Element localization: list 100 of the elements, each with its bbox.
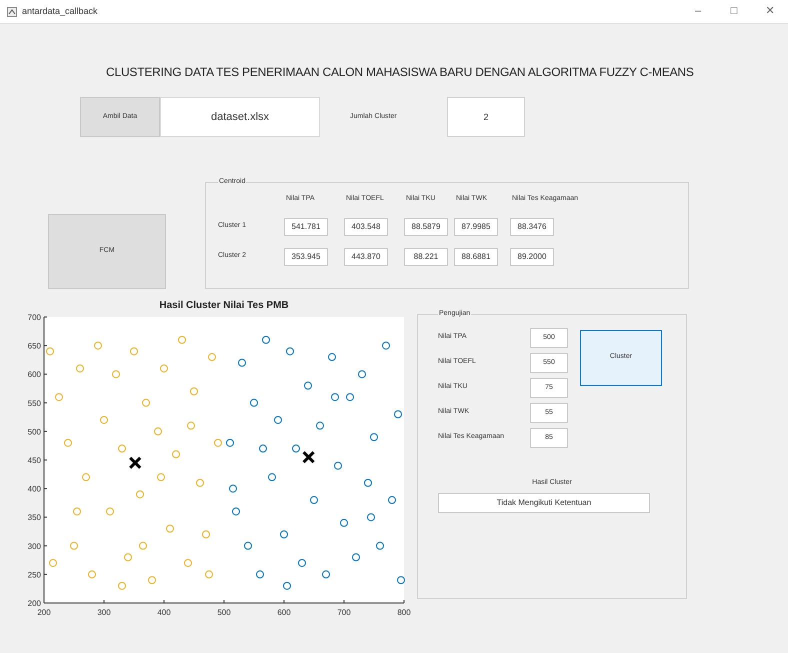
data-point bbox=[346, 393, 354, 402]
y-tick-label: 400 bbox=[28, 484, 41, 494]
data-point bbox=[238, 358, 246, 367]
data-point bbox=[340, 518, 348, 527]
data-point bbox=[154, 427, 162, 436]
data-point bbox=[208, 353, 216, 362]
data-point bbox=[334, 462, 342, 470]
data-point bbox=[328, 353, 336, 362]
data-point bbox=[184, 558, 192, 567]
data-point bbox=[283, 582, 291, 590]
data-point bbox=[142, 398, 150, 407]
data-point bbox=[388, 496, 396, 504]
data-point bbox=[106, 507, 114, 516]
chart-title: Hasil Cluster Nilai Tes PMB bbox=[159, 300, 289, 311]
data-point bbox=[202, 530, 210, 538]
centroid-value-field: 88.5879 bbox=[404, 218, 448, 236]
data-point bbox=[274, 416, 282, 424]
centroid-value-field: 88.221 bbox=[404, 248, 448, 266]
centroid-value-field: 88.6881 bbox=[454, 248, 498, 266]
centroid-value-field: 87.9985 bbox=[454, 218, 498, 236]
data-point bbox=[100, 416, 108, 424]
data-point bbox=[358, 370, 366, 378]
data-point bbox=[124, 553, 132, 562]
data-point bbox=[88, 570, 96, 578]
data-point bbox=[118, 444, 126, 453]
page-heading: CLUSTERING DATA TES PENERIMAAN CALON MAHASISWA BARU DENGAN ALGORITMA FUZZY C-MEANS bbox=[106, 64, 694, 81]
x-tick-label: 400 bbox=[157, 608, 171, 617]
data-point bbox=[292, 444, 300, 453]
data-point bbox=[286, 347, 294, 356]
data-point bbox=[49, 558, 57, 567]
data-point bbox=[214, 438, 222, 447]
data-point bbox=[166, 524, 174, 533]
centroid-value-field: 443.870 bbox=[344, 248, 388, 266]
data-point bbox=[244, 542, 252, 550]
data-point bbox=[190, 387, 198, 396]
data-point bbox=[280, 530, 288, 538]
data-point bbox=[226, 438, 234, 447]
data-point bbox=[73, 507, 81, 516]
centroid-marker bbox=[129, 456, 142, 469]
data-point bbox=[112, 370, 120, 378]
centroid-value-field: 353.945 bbox=[284, 248, 328, 266]
centroid-marker bbox=[302, 451, 315, 464]
window-title: antardata_callback bbox=[22, 4, 98, 18]
y-tick-label: 500 bbox=[28, 427, 41, 436]
data-point bbox=[316, 422, 324, 430]
y-tick-label: 700 bbox=[28, 313, 41, 322]
data-point bbox=[157, 473, 165, 482]
data-point bbox=[298, 558, 306, 567]
window-control-button[interactable]: ✕ bbox=[752, 0, 788, 24]
data-point bbox=[130, 347, 138, 356]
y-tick-label: 600 bbox=[28, 370, 41, 380]
y-tick-label: 450 bbox=[28, 456, 41, 465]
data-point bbox=[196, 478, 204, 487]
centroid-value-field: 89.2000 bbox=[510, 248, 554, 266]
data-point bbox=[55, 393, 63, 402]
x-tick-label: 200 bbox=[37, 608, 51, 617]
window-control-button[interactable]: □ bbox=[716, 0, 752, 24]
cluster-count-field[interactable]: 2 bbox=[447, 97, 525, 137]
data-point bbox=[397, 576, 405, 584]
centroid-value-field: 403.548 bbox=[344, 218, 388, 236]
data-point bbox=[136, 490, 144, 498]
data-point bbox=[250, 398, 258, 407]
app-icon bbox=[7, 6, 17, 16]
data-point bbox=[364, 478, 372, 487]
data-point bbox=[256, 570, 264, 578]
data-point bbox=[187, 422, 195, 430]
data-point bbox=[259, 444, 267, 453]
data-point bbox=[94, 342, 102, 350]
data-point bbox=[262, 336, 270, 344]
data-point bbox=[367, 513, 375, 522]
x-tick-label: 300 bbox=[97, 608, 111, 617]
y-tick-label: 650 bbox=[28, 342, 41, 351]
data-point bbox=[64, 438, 72, 447]
data-point bbox=[376, 542, 384, 550]
data-point bbox=[232, 507, 240, 516]
window-control-button[interactable]: – bbox=[680, 0, 716, 24]
data-point bbox=[178, 336, 186, 344]
data-point bbox=[304, 382, 312, 390]
data-point bbox=[172, 450, 180, 458]
data-point bbox=[229, 484, 237, 493]
data-point bbox=[160, 364, 168, 372]
centroid-value-field: 541.781 bbox=[284, 218, 328, 236]
y-tick-label: 250 bbox=[28, 570, 41, 580]
data-point bbox=[382, 342, 390, 350]
data-point bbox=[322, 570, 330, 578]
data-point bbox=[394, 410, 402, 418]
result-field: Tidak Mengikuti Ketentuan bbox=[438, 493, 650, 513]
file-field[interactable]: dataset.xlsx bbox=[160, 97, 320, 137]
data-point bbox=[310, 496, 318, 504]
data-point bbox=[76, 364, 84, 372]
y-tick-label: 200 bbox=[28, 599, 41, 608]
x-tick-label: 700 bbox=[337, 608, 351, 617]
data-point bbox=[118, 582, 126, 590]
x-tick-label: 800 bbox=[397, 608, 411, 617]
data-point bbox=[46, 347, 54, 356]
data-point bbox=[139, 542, 147, 550]
data-point bbox=[268, 473, 276, 482]
x-tick-label: 500 bbox=[217, 608, 231, 617]
x-tick-label: 600 bbox=[277, 608, 291, 617]
y-tick-label: 550 bbox=[28, 398, 41, 408]
